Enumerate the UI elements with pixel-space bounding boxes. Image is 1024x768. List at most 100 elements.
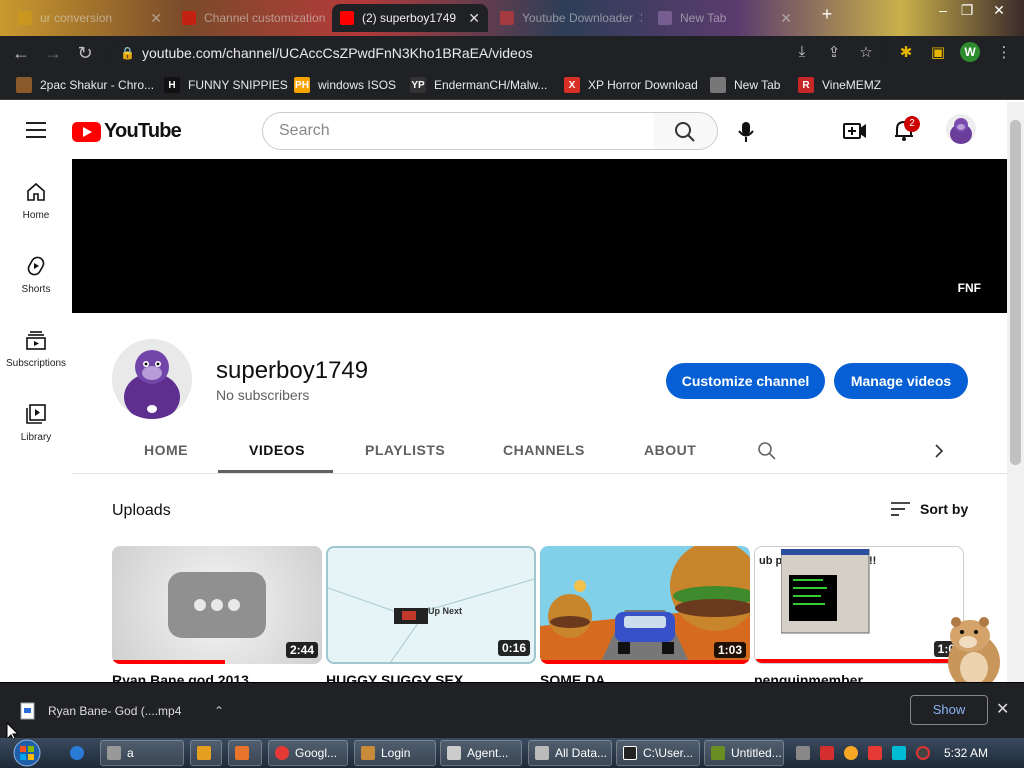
bookmark-item[interactable]: New Tab: [710, 76, 780, 94]
video-thumbnail[interactable]: ub p ship generetor!!!! 1:0: [754, 546, 964, 664]
tab-videos[interactable]: VIDEOS: [249, 442, 305, 458]
download-item[interactable]: Ryan Bane- God (....mp4 ⌃: [20, 693, 224, 729]
close-download-bar-icon[interactable]: ✕: [996, 699, 1009, 719]
browser-tab[interactable]: ur conversion ✕: [10, 4, 170, 32]
reload-icon[interactable]: ↻: [74, 42, 96, 64]
video-title[interactable]: HUGGY SUGGY SEX: [326, 672, 536, 682]
tray-icon[interactable]: [916, 746, 930, 760]
browser-tab[interactable]: Youtube Downloader ✕: [492, 4, 642, 32]
youtube-favicon-icon: [182, 11, 196, 25]
minimize-icon[interactable]: –: [930, 2, 956, 18]
bookmark-item[interactable]: R VineMEMZ: [798, 76, 881, 94]
browser-tab-active[interactable]: (2) superboy1749 ✕: [332, 4, 488, 32]
bookmark-favicon-icon: R: [798, 77, 814, 93]
browser-tab[interactable]: Channel customization ✕: [174, 4, 326, 32]
account-avatar[interactable]: [946, 114, 976, 144]
address-bar[interactable]: 🔒 youtube.com/channel/UCAccCsZPwdFnN3Kho…: [108, 40, 888, 66]
video-thumbnail[interactable]: 1:03: [540, 546, 750, 664]
tray-icon[interactable]: [868, 746, 882, 760]
taskbar-button[interactable]: a: [100, 740, 184, 766]
video-title[interactable]: penguinmember: [754, 672, 964, 682]
taskbar-button-label: Login: [381, 746, 411, 760]
taskbar-button[interactable]: Agent...: [440, 740, 522, 766]
watch-progress-bar: [755, 659, 963, 663]
tab-favicon-icon: [18, 11, 32, 25]
tab-close-icon[interactable]: ✕: [325, 10, 326, 27]
windows-start-icon[interactable]: [8, 738, 46, 768]
sidebar-label: Shorts: [21, 284, 51, 295]
customize-channel-button[interactable]: Customize channel: [666, 363, 825, 399]
sidebar-item-subscriptions[interactable]: Subscriptions: [0, 328, 72, 369]
bookmark-item[interactable]: YP EndermanCH/Malw...: [410, 76, 547, 94]
youtube-logo[interactable]: YouTube: [72, 120, 182, 143]
forward-arrow-icon[interactable]: →: [42, 42, 64, 64]
bookmark-label: EndermanCH/Malw...: [434, 78, 548, 92]
bookmark-item[interactable]: PH windows ISOS: [294, 76, 396, 94]
scrollbar-thumb[interactable]: [1010, 120, 1021, 465]
new-tab-button[interactable]: +: [814, 4, 840, 25]
sort-by-button[interactable]: Sort by: [890, 500, 968, 518]
browser-tab[interactable]: New Tab ✕: [650, 4, 800, 32]
menu-kebab-icon[interactable]: ⋮: [994, 43, 1014, 61]
manage-videos-button[interactable]: Manage videos: [834, 363, 968, 399]
sidebar-item-library[interactable]: Library: [0, 402, 72, 443]
restore-icon[interactable]: ❐: [954, 2, 980, 19]
profile-avatar[interactable]: W: [960, 42, 980, 62]
video-title[interactable]: SOME DA: [540, 672, 750, 682]
video-thumbnail[interactable]: 2:44: [112, 546, 322, 664]
bookmark-star-icon[interactable]: ☆: [856, 43, 876, 61]
tray-icon[interactable]: [796, 746, 810, 760]
taskbar-button[interactable]: [190, 740, 222, 766]
hamster-desktop-pet[interactable]: [938, 614, 1008, 682]
bookmark-favicon-icon: [710, 77, 726, 93]
taskbar-button[interactable]: All Data...: [528, 740, 612, 766]
download-bar: Ryan Bane- God (....mp4 ⌃ Show ✕: [0, 682, 1024, 738]
taskbar-button[interactable]: Untitled...: [704, 740, 784, 766]
tab-playlists[interactable]: PLAYLISTS: [365, 442, 445, 458]
taskbar-button[interactable]: Login: [354, 740, 436, 766]
chevron-right-icon[interactable]: [930, 442, 948, 460]
taskbar-button[interactable]: [228, 740, 262, 766]
video-title[interactable]: Ryan Bane god 2013: [112, 672, 322, 682]
tab-close-icon[interactable]: ✕: [774, 10, 792, 27]
taskbar-button-label: C:\User...: [643, 746, 694, 760]
login-app-icon: [361, 746, 375, 760]
taskbar-button[interactable]: C:\User...: [616, 740, 700, 766]
bookmark-item[interactable]: 2pac Shakur - Chro...: [16, 76, 154, 94]
tray-icon[interactable]: [892, 746, 906, 760]
tab-channels[interactable]: CHANNELS: [503, 442, 585, 458]
taskbar-button-label: All Data...: [555, 746, 608, 760]
tab-about[interactable]: ABOUT: [644, 442, 696, 458]
sidebar-item-home[interactable]: Home: [0, 180, 72, 221]
page-scrollbar[interactable]: [1007, 102, 1024, 682]
media-player-icon: [197, 746, 211, 760]
tab-close-icon[interactable]: ✕: [462, 10, 480, 27]
channel-avatar[interactable]: [112, 339, 192, 419]
tab-home[interactable]: HOME: [144, 442, 188, 458]
tray-icon[interactable]: [844, 746, 858, 760]
bookmark-item[interactable]: X XP Horror Download: [564, 76, 698, 94]
close-window-icon[interactable]: ✕: [986, 2, 1012, 19]
taskbar-button[interactable]: Googl...: [268, 740, 348, 766]
bookmark-item[interactable]: H FUNNY SNIPPIES: [164, 76, 288, 94]
search-button[interactable]: [654, 112, 718, 150]
chevron-up-icon[interactable]: ⌃: [214, 704, 224, 718]
back-arrow-icon[interactable]: ←: [10, 42, 32, 64]
search-input[interactable]: Search: [262, 112, 655, 150]
create-video-button[interactable]: [842, 118, 868, 144]
side-panel-icon[interactable]: ▣: [928, 43, 948, 61]
share-icon[interactable]: ⇪: [824, 43, 844, 61]
bookmark-favicon-icon: PH: [294, 77, 310, 93]
show-all-downloads-button[interactable]: Show: [910, 695, 988, 725]
video-thumbnail[interactable]: Up Next 0:16: [326, 546, 536, 664]
voice-search-button[interactable]: [730, 116, 762, 148]
tab-close-icon[interactable]: ✕: [144, 10, 162, 27]
sidebar-item-shorts[interactable]: Shorts: [0, 254, 72, 295]
hamburger-menu-icon[interactable]: [26, 122, 46, 138]
internet-explorer-icon[interactable]: [70, 746, 84, 760]
channel-search-icon[interactable]: [756, 440, 778, 462]
install-app-icon[interactable]: ⤓: [792, 43, 812, 60]
tab-close-icon[interactable]: ✕: [633, 10, 642, 27]
extensions-puzzle-icon[interactable]: ✱: [896, 43, 916, 61]
tray-icon[interactable]: [820, 746, 834, 760]
